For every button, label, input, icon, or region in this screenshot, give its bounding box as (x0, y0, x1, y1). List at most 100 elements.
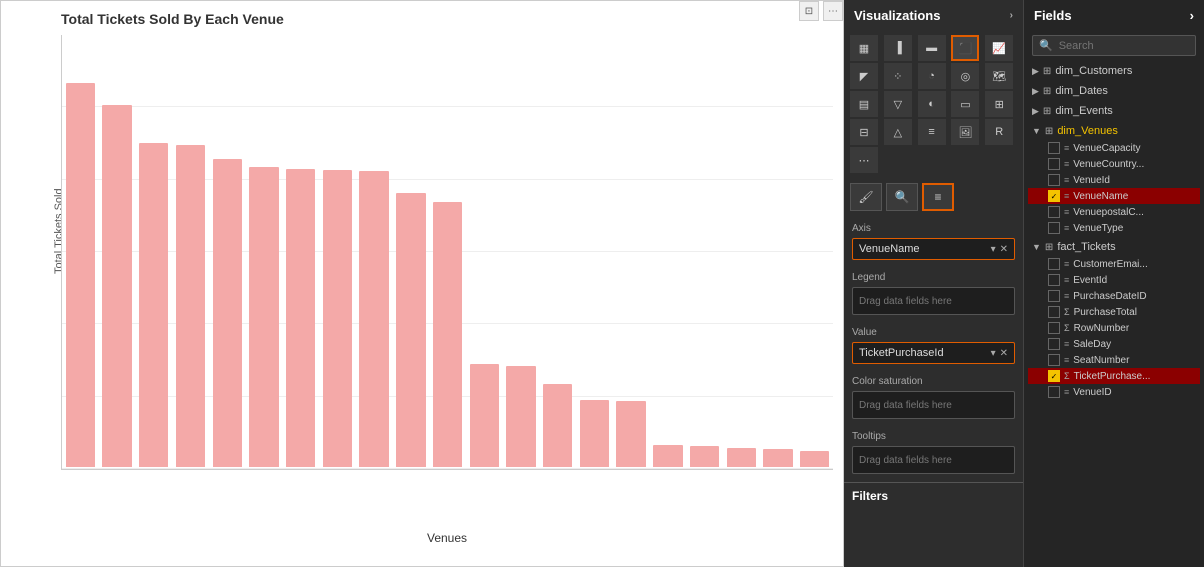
scatter-icon[interactable]: ⁘ (884, 63, 912, 89)
field-unchecked-icon[interactable] (1048, 306, 1060, 318)
field-item[interactable]: ≡CustomerEmai... (1028, 256, 1200, 272)
field-table-header[interactable]: ▼⊞dim_Venues (1028, 122, 1200, 140)
field-item[interactable]: ΣPurchaseTotal (1028, 304, 1200, 320)
pie-chart-icon[interactable]: ◔ (918, 63, 946, 89)
bar[interactable] (359, 171, 388, 467)
bar-group[interactable]: Sorrel Soccer (796, 35, 833, 467)
analytics-icon[interactable]: 🔍 (886, 183, 918, 211)
field-table-header[interactable]: ▶⊞dim_Customers (1028, 62, 1200, 80)
table-expand-icon[interactable]: ▶ (1032, 86, 1039, 97)
bar[interactable] (506, 366, 535, 467)
bar-group[interactable]: Lime Tree Track (135, 35, 172, 467)
field-unchecked-icon[interactable] (1048, 338, 1060, 350)
value-field-controls[interactable]: ▾ ✕ (991, 348, 1008, 359)
bar-group[interactable]: Osage Opera (503, 35, 540, 467)
axis-field-box[interactable]: VenueName ▾ ✕ (852, 238, 1015, 260)
field-unchecked-icon[interactable] (1048, 354, 1060, 366)
field-item[interactable]: ≡VenuepostalC... (1028, 204, 1200, 220)
bar[interactable] (323, 170, 352, 467)
search-input[interactable] (1059, 40, 1189, 52)
axis-dropdown-icon[interactable]: ▾ (991, 244, 996, 255)
bar-group[interactable]: Juniper Jammers Jazz (392, 35, 429, 467)
bar[interactable] (286, 169, 315, 467)
chart-top-icons[interactable]: ⊡ ⋯ (799, 1, 843, 21)
bar[interactable] (727, 448, 756, 467)
bar-group[interactable]: Star Anise Judo (62, 35, 99, 467)
bar-group[interactable]: Sycamore Symphony (760, 35, 797, 467)
table-icon[interactable]: ⊞ (985, 91, 1013, 117)
bar[interactable] (800, 451, 829, 467)
bar[interactable] (213, 159, 242, 467)
field-table-header[interactable]: ▼⊞fact_Tickets (1028, 238, 1200, 256)
tooltips-drag-box[interactable]: Drag data fields here (852, 446, 1015, 474)
bar-group[interactable]: Hornbeam Symphony (723, 35, 760, 467)
table-expand-icon[interactable]: ▶ (1032, 106, 1039, 117)
bar-group[interactable]: Poplar Dance Academy (172, 35, 209, 467)
axis-remove-icon[interactable]: ✕ (1000, 244, 1008, 255)
table-expand-icon[interactable]: ▼ (1032, 126, 1041, 136)
bar[interactable] (470, 364, 499, 467)
fields-search-box[interactable]: 🔍 (1032, 35, 1196, 56)
field-unchecked-icon[interactable] (1048, 174, 1060, 186)
bar-group[interactable]: Dogwood Dojo (576, 35, 613, 467)
field-checked-icon[interactable]: ✓ (1048, 370, 1060, 382)
field-unchecked-icon[interactable] (1048, 158, 1060, 170)
field-unchecked-icon[interactable] (1048, 258, 1060, 270)
bar-group[interactable]: Blue Oak Jazz Club (466, 35, 503, 467)
field-item[interactable]: ≡SaleDay (1028, 336, 1200, 352)
field-checked-icon[interactable]: ✓ (1048, 190, 1060, 202)
bar-group[interactable]: Balsam Blues Club (429, 35, 466, 467)
slicer-icon[interactable]: ≡ (918, 119, 946, 145)
bar[interactable] (580, 400, 609, 467)
axis-field-controls[interactable]: ▾ ✕ (991, 244, 1008, 255)
bar[interactable] (139, 143, 168, 467)
expand-icon[interactable]: ⊡ (799, 1, 819, 21)
format-icon[interactable]: 🖌 (850, 183, 882, 211)
bar[interactable] (102, 105, 131, 467)
bar[interactable] (396, 193, 425, 467)
table-expand-icon[interactable]: ▶ (1032, 66, 1039, 77)
bar[interactable] (66, 83, 95, 467)
card-icon[interactable]: ▭ (951, 91, 979, 117)
stacked-bar-icon[interactable]: ▦ (850, 35, 878, 61)
field-unchecked-icon[interactable] (1048, 322, 1060, 334)
field-unchecked-icon[interactable] (1048, 142, 1060, 154)
field-item[interactable]: ≡VenueCapacity (1028, 140, 1200, 156)
bar-group[interactable]: Magnolia Motor Racing (613, 35, 650, 467)
column-chart-icon[interactable]: ▬ (918, 35, 946, 61)
line-chart-icon[interactable]: 📈 (985, 35, 1013, 61)
field-item[interactable]: ≡VenueId (1028, 172, 1200, 188)
field-table-header[interactable]: ▶⊞dim_Dates (1028, 82, 1200, 100)
field-unchecked-icon[interactable] (1048, 206, 1060, 218)
field-item[interactable]: ΣRowNumber (1028, 320, 1200, 336)
matrix-icon[interactable]: ⊟ (850, 119, 878, 145)
donut-icon[interactable]: ◎ (951, 63, 979, 89)
value-remove-icon[interactable]: ✕ (1000, 348, 1008, 359)
r-icon[interactable]: R (985, 119, 1013, 145)
bar[interactable] (653, 445, 682, 467)
bar-chart-icon[interactable]: ▐ (884, 35, 912, 61)
more-icon[interactable]: ⋯ (850, 147, 878, 173)
field-item[interactable]: ✓≡VenueName (1028, 188, 1200, 204)
value-dropdown-icon[interactable]: ▾ (991, 348, 996, 359)
kpi-icon[interactable]: △ (884, 119, 912, 145)
bar-group[interactable]: Mangrove Soccer Club (319, 35, 356, 467)
legend-drag-box[interactable]: Drag data fields here (852, 287, 1015, 315)
field-unchecked-icon[interactable] (1048, 386, 1060, 398)
clustered-column-icon[interactable]: ⬛ (951, 35, 979, 61)
bar-group[interactable]: Mahogany Soccer (650, 35, 687, 467)
gauge-icon[interactable]: ◐ (918, 91, 946, 117)
table-expand-icon[interactable]: ▼ (1032, 242, 1041, 252)
bar[interactable] (690, 446, 719, 467)
fields-expand-arrow[interactable]: › (1190, 8, 1194, 23)
field-unchecked-icon[interactable] (1048, 290, 1060, 302)
area-chart-icon[interactable]: ◤ (850, 63, 878, 89)
value-field-box[interactable]: TicketPurchaseId ▾ ✕ (852, 342, 1015, 364)
field-item[interactable]: ≡VenueType (1028, 220, 1200, 236)
treemap-icon[interactable]: ▤ (850, 91, 878, 117)
field-item[interactable]: ≡EventId (1028, 272, 1200, 288)
bar-group[interactable]: Tamarind Studio (246, 35, 283, 467)
bar-group[interactable]: Foxtail Rock (282, 35, 319, 467)
field-item[interactable]: ✓ΣTicketPurchase... (1028, 368, 1200, 384)
map-icon[interactable]: 🗺 (985, 63, 1013, 89)
